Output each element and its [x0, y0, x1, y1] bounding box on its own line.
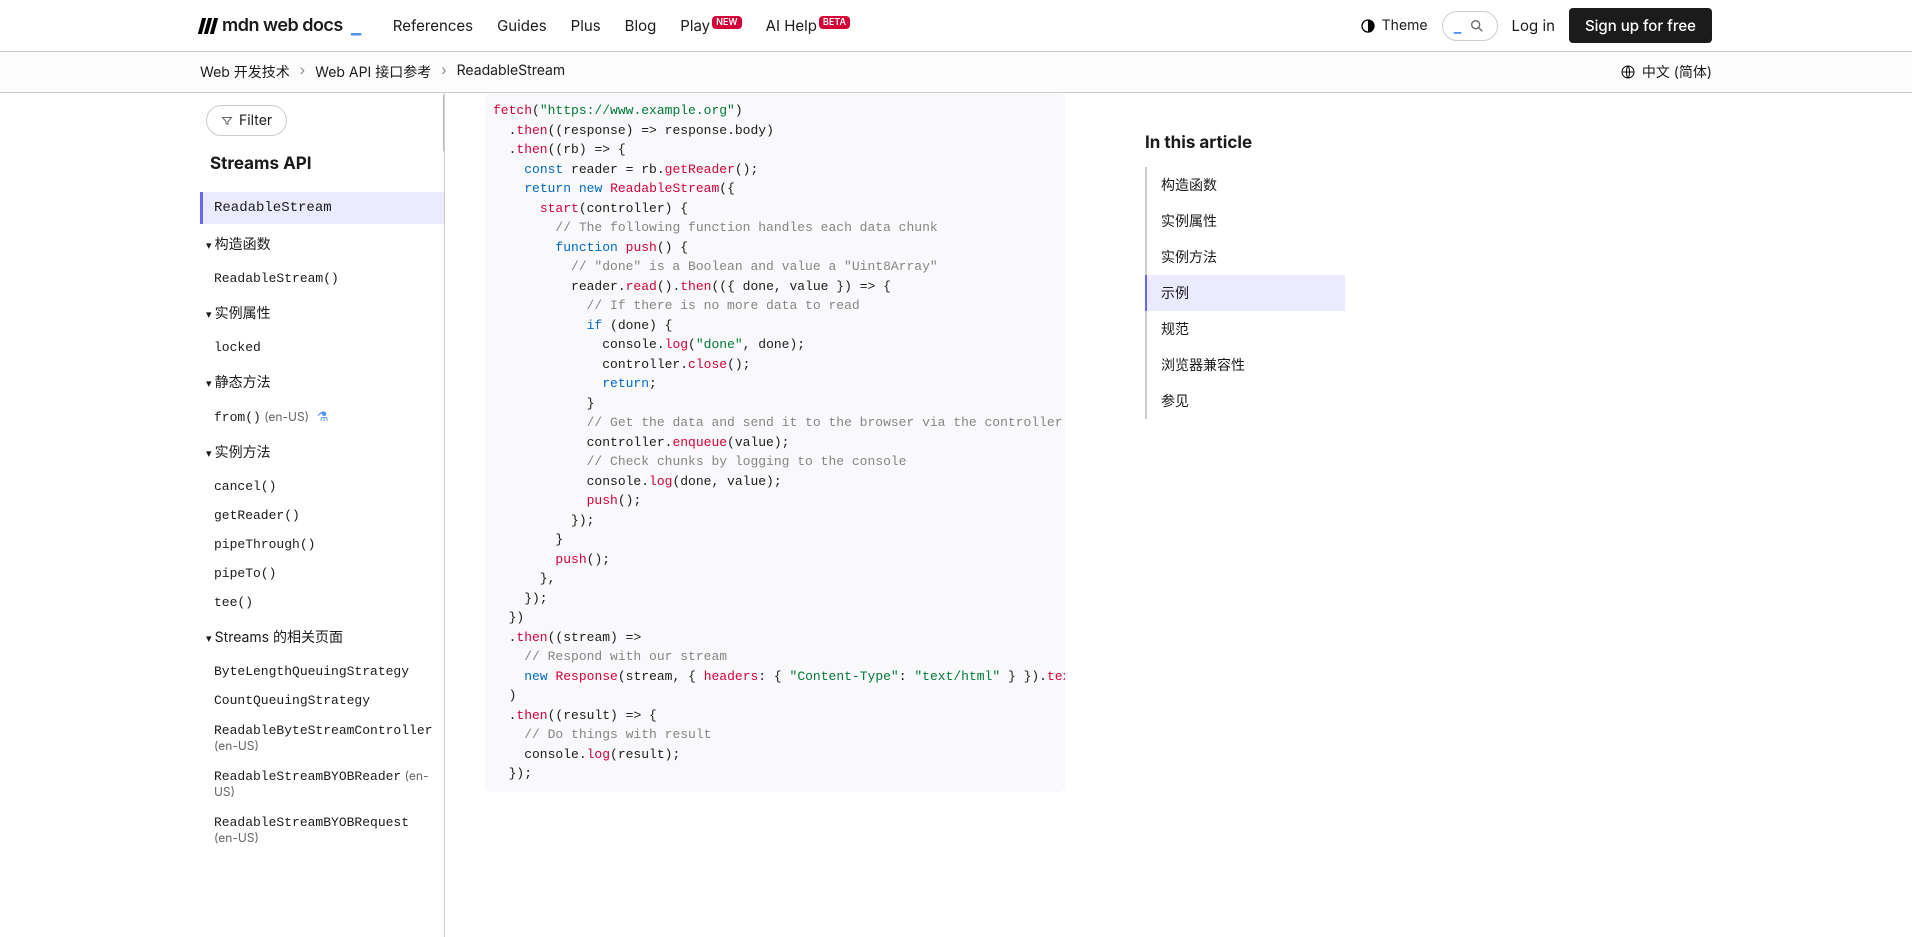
signup-button[interactable]: Sign up for free [1569, 8, 1712, 43]
sidebar-item[interactable]: ByteLengthQueuingStrategy [200, 657, 444, 686]
nav-right: Theme _ Log in Sign up for free [1360, 8, 1712, 43]
sidebar-item[interactable]: locked [200, 333, 444, 362]
toc-item[interactable]: 参见 [1147, 383, 1345, 419]
code-block: fetch("https://www.example.org") .then((… [485, 93, 1065, 792]
content: fetch("https://www.example.org") .then((… [445, 93, 1105, 937]
badge: BETA [819, 16, 850, 29]
nav-link-ai-help[interactable]: AI HelpBETA [766, 16, 850, 35]
suffix: (en-US) [261, 409, 309, 424]
nav-link-play[interactable]: PlayNEW [680, 16, 741, 35]
breadcrumbs: Web 开发技术 › Web API 接口参考 › ReadableStream [200, 62, 565, 82]
search-icon [1469, 18, 1485, 34]
mdn-logo[interactable]: mdn web docs _ [200, 13, 361, 39]
toc-title: In this article [1145, 133, 1345, 153]
logo-text: mdn web docs [222, 15, 343, 36]
toc-item[interactable]: 浏览器兼容性 [1147, 347, 1345, 383]
toc-list: 构造函数实例属性实例方法示例规范浏览器兼容性参见 [1145, 167, 1345, 419]
sidebar-section-header[interactable]: 静态方法 [200, 362, 444, 402]
toc: In this article 构造函数实例属性实例方法示例规范浏览器兼容性参见 [1105, 93, 1345, 937]
scrollbar-thumb[interactable] [443, 93, 445, 153]
theme-label: Theme [1382, 17, 1428, 34]
sidebar-item[interactable]: ReadableStreamBYOBReader (en-US) [200, 761, 444, 807]
badge: NEW [712, 16, 741, 29]
suffix: (en-US) [214, 830, 259, 845]
logo-bars-icon [200, 18, 216, 34]
theme-icon [1360, 18, 1376, 34]
language-selector[interactable]: 中文 (简体) [1620, 62, 1712, 82]
nav-link-references[interactable]: References [393, 16, 473, 35]
nav-link-guides[interactable]: Guides [497, 16, 547, 35]
breadcrumb-bar: Web 开发技术 › Web API 接口参考 › ReadableStream 中文 … [0, 52, 1912, 93]
toc-item[interactable]: 构造函数 [1147, 167, 1345, 203]
theme-button[interactable]: Theme [1360, 17, 1428, 34]
sidebar-section-header[interactable]: 实例属性 [200, 293, 444, 333]
sidebar-section-header[interactable]: Streams 的相关页面 [200, 617, 444, 657]
breadcrumb-item[interactable]: Web API 接口参考 [315, 62, 431, 82]
toc-item[interactable]: 示例 [1145, 275, 1345, 311]
sidebar: Filter Streams API ReadableStream 构造函数Re… [200, 93, 445, 937]
sidebar-item[interactable]: from() (en-US) ⚗ [200, 402, 444, 432]
sidebar-item[interactable]: pipeTo() [200, 559, 444, 588]
sidebar-item[interactable]: cancel() [200, 472, 444, 501]
filter-label: Filter [239, 112, 272, 129]
chevron-right-icon: › [300, 62, 305, 82]
toc-item[interactable]: 规范 [1147, 311, 1345, 347]
sidebar-item[interactable]: pipeThrough() [200, 530, 444, 559]
logo-underscore-icon: _ [351, 13, 361, 39]
filter-button[interactable]: Filter [206, 105, 287, 136]
sidebar-section-header[interactable]: 实例方法 [200, 432, 444, 472]
toc-item[interactable]: 实例属性 [1147, 203, 1345, 239]
language-label: 中文 (简体) [1642, 62, 1712, 82]
suffix: (en-US) [214, 768, 428, 799]
main: Filter Streams API ReadableStream 构造函数Re… [0, 93, 1912, 937]
nav-link-plus[interactable]: Plus [571, 16, 601, 35]
flask-icon: ⚗ [309, 410, 328, 425]
breadcrumb-item[interactable]: ReadableStream [457, 62, 566, 82]
nav-links: References Guides Plus Blog PlayNEW AI HelpBE… [393, 16, 850, 35]
filter-icon [221, 115, 233, 127]
top-nav: mdn web docs _ References Guides Plus Blog P… [0, 0, 1912, 52]
search-button[interactable]: _ [1442, 11, 1498, 41]
breadcrumb-item[interactable]: Web 开发技术 [200, 62, 290, 82]
sidebar-item[interactable]: ReadableStreamBYOBRequest (en-US) [200, 807, 444, 853]
sidebar-active-item[interactable]: ReadableStream [200, 192, 444, 224]
chevron-right-icon: › [441, 62, 446, 82]
search-underscore-icon: _ [1454, 16, 1462, 36]
suffix: (en-US) [214, 738, 259, 753]
sidebar-sections: 构造函数ReadableStream()实例属性locked静态方法from()… [200, 224, 444, 853]
nav-link-blog[interactable]: Blog [625, 16, 657, 35]
login-link[interactable]: Log in [1512, 16, 1555, 35]
sidebar-section-header[interactable]: 构造函数 [200, 224, 444, 264]
globe-icon [1620, 64, 1636, 80]
sidebar-item[interactable]: ReadableStream() [200, 264, 444, 293]
sidebar-item[interactable]: ReadableByteStreamController (en-US) [200, 715, 444, 761]
toc-item[interactable]: 实例方法 [1147, 239, 1345, 275]
sidebar-title: Streams API [200, 136, 444, 192]
sidebar-item[interactable]: getReader() [200, 501, 444, 530]
sidebar-item[interactable]: CountQueuingStrategy [200, 686, 444, 715]
sidebar-item[interactable]: tee() [200, 588, 444, 617]
